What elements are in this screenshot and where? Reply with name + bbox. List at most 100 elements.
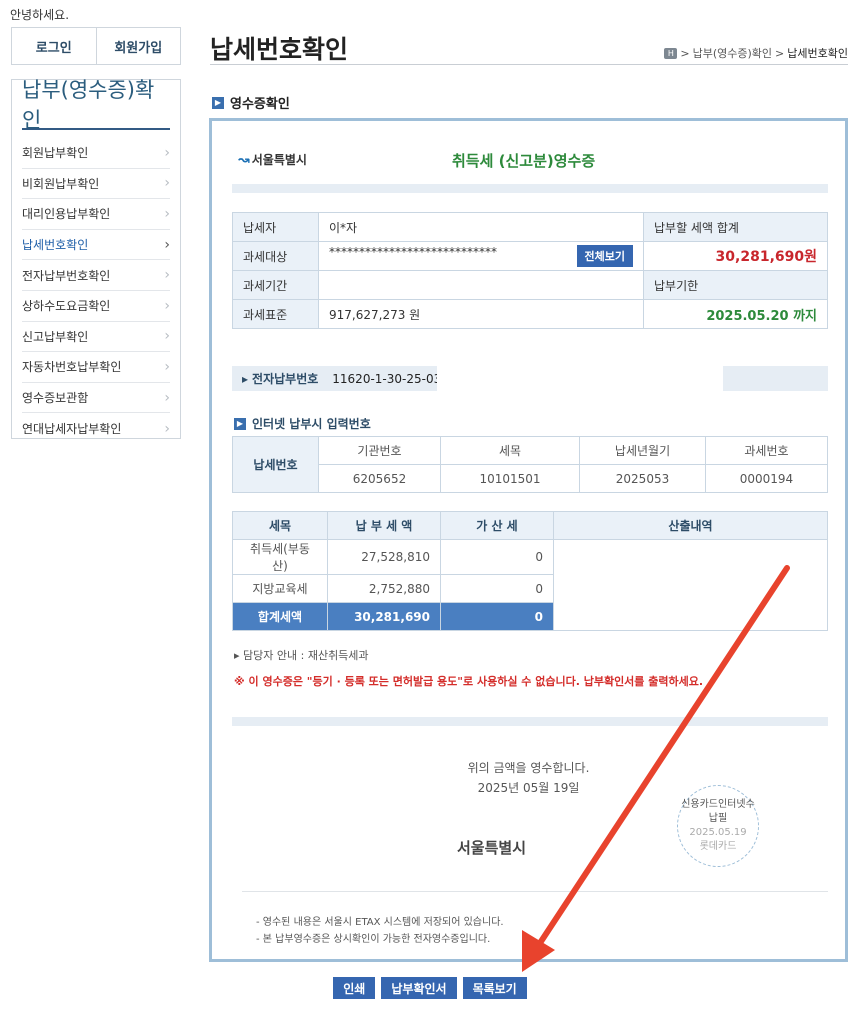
chevron-right-icon: ›	[164, 175, 170, 192]
seoul-logo: ↝ 서울특별시	[238, 151, 307, 168]
receipt-date: 2025년 05월 19일	[477, 781, 580, 795]
triangle-bullet-icon: ▸	[242, 371, 249, 386]
triangle-bullet-icon: ▸	[234, 649, 240, 662]
contact-note: ▸ 담당자 안내 : 재산취득세과	[234, 647, 369, 663]
tax-item-header: 세목	[439, 436, 581, 465]
list-button[interactable]: 목록보기	[462, 977, 527, 999]
period-value	[318, 270, 644, 300]
col-penalty-header: 가 산 세	[440, 511, 554, 540]
internet-heading: ▶ 인터넷 납부시 입력번호	[234, 415, 371, 432]
col-detail-header: 산출내역	[553, 511, 828, 540]
receipt-summary-table: 납세자 이*자 납부할 세액 합계 과세대상 *****************…	[232, 212, 828, 329]
electronic-number-label: 전자납부번호	[252, 372, 319, 386]
payment-certificate-button[interactable]: 납부확인서	[381, 977, 457, 999]
sidebar-item-label: 영수증보관함	[22, 391, 89, 406]
total-item: 합계세액	[232, 602, 328, 631]
chevron-right-icon: ›	[164, 205, 170, 222]
print-button[interactable]: 인쇄	[333, 977, 376, 999]
row-penalty: 0	[440, 539, 554, 575]
chevron-right-icon: ›	[164, 328, 170, 345]
sidebar-item-joint-taxpayer[interactable]: 연대납세자납부확인 ›	[22, 413, 170, 444]
sidebar-item-label: 대리인용납부확인	[22, 207, 111, 222]
org-code-header: 기관번호	[318, 436, 441, 465]
taxpayer-label: 납세자	[232, 212, 319, 242]
period-label: 과세기간	[232, 270, 319, 300]
sidebar-item-member-payment[interactable]: 회원납부확인 ›	[22, 138, 170, 169]
sidebar-item-water-fee[interactable]: 상하수도요금확인 ›	[22, 291, 170, 322]
chevron-right-icon: ›	[164, 420, 170, 437]
sidebar-item-label: 전자납부번호확인	[22, 268, 111, 283]
paid-stamp: 신용카드인터넷수 납필 2025.05.19 롯데카드	[677, 785, 759, 867]
sidebar-item-label: 연대납세자납부확인	[22, 422, 122, 437]
taxpayer-value: 이*자	[318, 212, 644, 242]
section-heading-label: 영수증확인	[230, 97, 290, 112]
tax-period-value: 2025053	[579, 464, 706, 493]
tax-period-header: 납세년월기	[579, 436, 706, 465]
tax-number-table: 납세번호 기관번호 세목 납세년월기 과세번호 6205652 10101501…	[232, 436, 829, 493]
total-label: 납부할 세액 합계	[643, 212, 828, 242]
home-icon[interactable]: H	[664, 47, 678, 59]
section-heading: ▶ 영수증확인	[212, 93, 290, 112]
greeting-text: 안녕하세요.	[10, 8, 70, 22]
sidebar-item-electronic-number[interactable]: 전자납부번호확인 ›	[22, 260, 170, 291]
due-value: 2025.05.20 까지	[643, 299, 828, 329]
breadcrumb-link[interactable]: 납부(영수증)확인	[693, 45, 772, 61]
footer-divider	[242, 891, 828, 892]
sidebar-item-label: 납세번호확인	[22, 238, 89, 253]
mask-box	[437, 366, 723, 391]
auth-box: 로그인 회원가입	[11, 27, 181, 65]
breadcrumb-separator: >	[680, 46, 690, 60]
chevron-right-icon: ›	[164, 389, 170, 406]
sidebar-title: 납부(영수증)확인	[22, 78, 170, 132]
org-code-value: 6205652	[318, 464, 441, 493]
breadcrumb-current: 납세번호확인	[787, 47, 848, 60]
sidebar-item-agent-payment[interactable]: 대리인용납부확인 ›	[22, 199, 170, 230]
sidebar-item-receipt-box[interactable]: 영수증보관함 ›	[22, 383, 170, 414]
tax-number-label: 납세번호	[232, 436, 319, 493]
tax-item-value: 10101501	[439, 464, 581, 493]
chevron-right-icon: ›	[164, 297, 170, 314]
chevron-right-icon: ›	[164, 267, 170, 284]
signup-button[interactable]: 회원가입	[97, 28, 181, 64]
tax-detail-table: 세목 납 부 세 액 가 산 세 산출내역 취득세(부동산) 27,528,81…	[232, 511, 828, 631]
chevron-right-icon: ›	[164, 144, 170, 161]
view-all-button[interactable]: 전체보기	[576, 245, 633, 267]
warning-text: ※ 이 영수증은 "등기 · 등록 또는 면허발급 용도"로 사용하실 수 없습…	[234, 675, 704, 688]
sidebar-item-report-payment[interactable]: 신고납부확인 ›	[22, 322, 170, 353]
target-cell: **************************** 전체보기	[318, 241, 644, 271]
row-item: 지방교육세	[232, 574, 328, 603]
footer-note-1: - 영수된 내용은 서울시 ETAX 시스템에 저장되어 있습니다.	[256, 917, 504, 928]
sidebar-item-label: 자동차번호납부확인	[22, 360, 122, 375]
sidebar-item-tax-number[interactable]: 납세번호확인 ›	[22, 230, 170, 261]
tax-code-value: 0000194	[704, 464, 829, 493]
sidebar: 납부(영수증)확인 회원납부확인 › 비회원납부확인 › 대리인용납부확인 › 납세번…	[11, 78, 181, 439]
row-item: 취득세(부동산)	[232, 539, 328, 575]
receipt-panel: ↝ 서울특별시 취득세 (신고분)영수증 납세자 이*자 납부할 세액 합계 과…	[209, 118, 848, 962]
base-value: 917,627,273 원	[318, 299, 644, 329]
col-item-header: 세목	[232, 511, 328, 540]
stamp-card: 롯데카드	[699, 841, 737, 852]
target-label: 과세대상	[232, 241, 319, 271]
sidebar-item-vehicle-payment[interactable]: 자동차번호납부확인 ›	[22, 352, 170, 383]
sidebar-item-label: 신고납부확인	[22, 329, 89, 344]
electronic-number-value: 11620-1-30-25-034	[332, 371, 449, 386]
receipt-title: 취득세 (신고분)영수증	[452, 152, 596, 170]
sidebar-item-label: 회원납부확인	[22, 146, 89, 161]
divider-band	[232, 717, 828, 726]
stamp-line1: 신용카드인터넷수	[681, 799, 755, 810]
footer-note-2: - 본 납부영수증은 상시확인이 가능한 전자영수증입니다.	[256, 934, 491, 945]
target-value: ****************************	[329, 245, 497, 259]
sidebar-item-nonmember-payment[interactable]: 비회원납부확인 ›	[22, 169, 170, 200]
col-amount-header: 납 부 세 액	[327, 511, 441, 540]
square-bullet-icon: ▶	[234, 417, 246, 430]
due-label: 납부기한	[643, 270, 828, 300]
table-row: 취득세(부동산) 27,528,810 0	[232, 539, 828, 631]
total-penalty: 0	[440, 602, 554, 631]
contact-text: 담당자 안내 : 재산취득세과	[243, 649, 369, 662]
row-penalty: 0	[440, 574, 554, 603]
internet-heading-label: 인터넷 납부시 입력번호	[252, 417, 371, 431]
login-button[interactable]: 로그인	[12, 28, 97, 64]
total-value: 30,281,690원	[643, 241, 828, 271]
title-divider	[210, 64, 848, 65]
seoul-mark-icon: ↝	[238, 151, 250, 168]
